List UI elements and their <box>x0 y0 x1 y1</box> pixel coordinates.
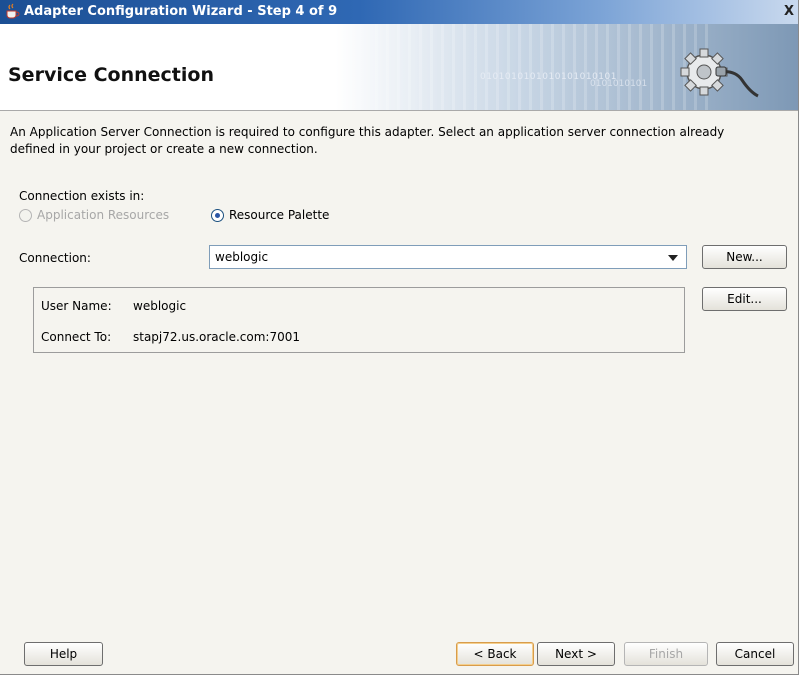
radio-button[interactable] <box>19 208 32 222</box>
window-title: Adapter Configuration Wizard - Step 4 of… <box>24 4 338 19</box>
header-banner: 0101010101010101010101 0101010101 Servic… <box>0 24 798 111</box>
chevron-down-icon[interactable] <box>668 255 678 261</box>
java-cup-icon <box>6 3 20 19</box>
title-bar[interactable]: Adapter Configuration Wizard - Step 4 of… <box>0 0 798 24</box>
intro-text: An Application Server Connection is requ… <box>10 124 790 158</box>
intro-line-2: defined in your project or create a new … <box>10 142 318 156</box>
intro-line-1: An Application Server Connection is requ… <box>10 125 725 139</box>
radio-application-resources[interactable]: Application Resources <box>19 208 169 222</box>
wizard-window: Adapter Configuration Wizard - Step 4 of… <box>0 0 799 675</box>
connection-label: Connection: <box>19 251 91 265</box>
connection-details: User Name: weblogic Connect To: stapj72.us… <box>33 287 685 353</box>
connection-value: weblogic <box>215 250 269 264</box>
banner-binary-text-2: 0101010101 <box>590 79 648 89</box>
radio-resource-palette[interactable]: Resource Palette <box>211 208 329 222</box>
gear-plug-icon <box>680 48 759 98</box>
close-button[interactable]: X <box>781 3 797 20</box>
user-name-label: User Name: <box>41 299 112 313</box>
radio-label: Resource Palette <box>229 208 330 222</box>
help-button[interactable]: Help <box>24 642 103 666</box>
user-name-value: weblogic <box>133 299 187 313</box>
connect-to-row: Connect To: stapj72.us.oracle.com:7001 <box>41 330 300 344</box>
new-button[interactable]: New... <box>702 245 787 269</box>
finish-button: Finish <box>624 642 708 666</box>
connect-to-value: stapj72.us.oracle.com:7001 <box>133 330 300 344</box>
radio-label: Application Resources <box>37 208 170 222</box>
user-name-row: User Name: weblogic <box>41 299 186 313</box>
connection-dropdown[interactable]: weblogic <box>209 245 687 269</box>
connect-to-label: Connect To: <box>41 330 112 344</box>
page-title: Service Connection <box>8 64 214 86</box>
radio-button[interactable] <box>211 208 224 222</box>
next-button[interactable]: Next > <box>537 642 615 666</box>
cancel-button[interactable]: Cancel <box>716 642 794 666</box>
connection-exists-label: Connection exists in: <box>19 189 145 203</box>
banner-decoration <box>375 24 715 110</box>
back-button[interactable]: < Back <box>456 642 534 666</box>
edit-button[interactable]: Edit... <box>702 287 787 311</box>
